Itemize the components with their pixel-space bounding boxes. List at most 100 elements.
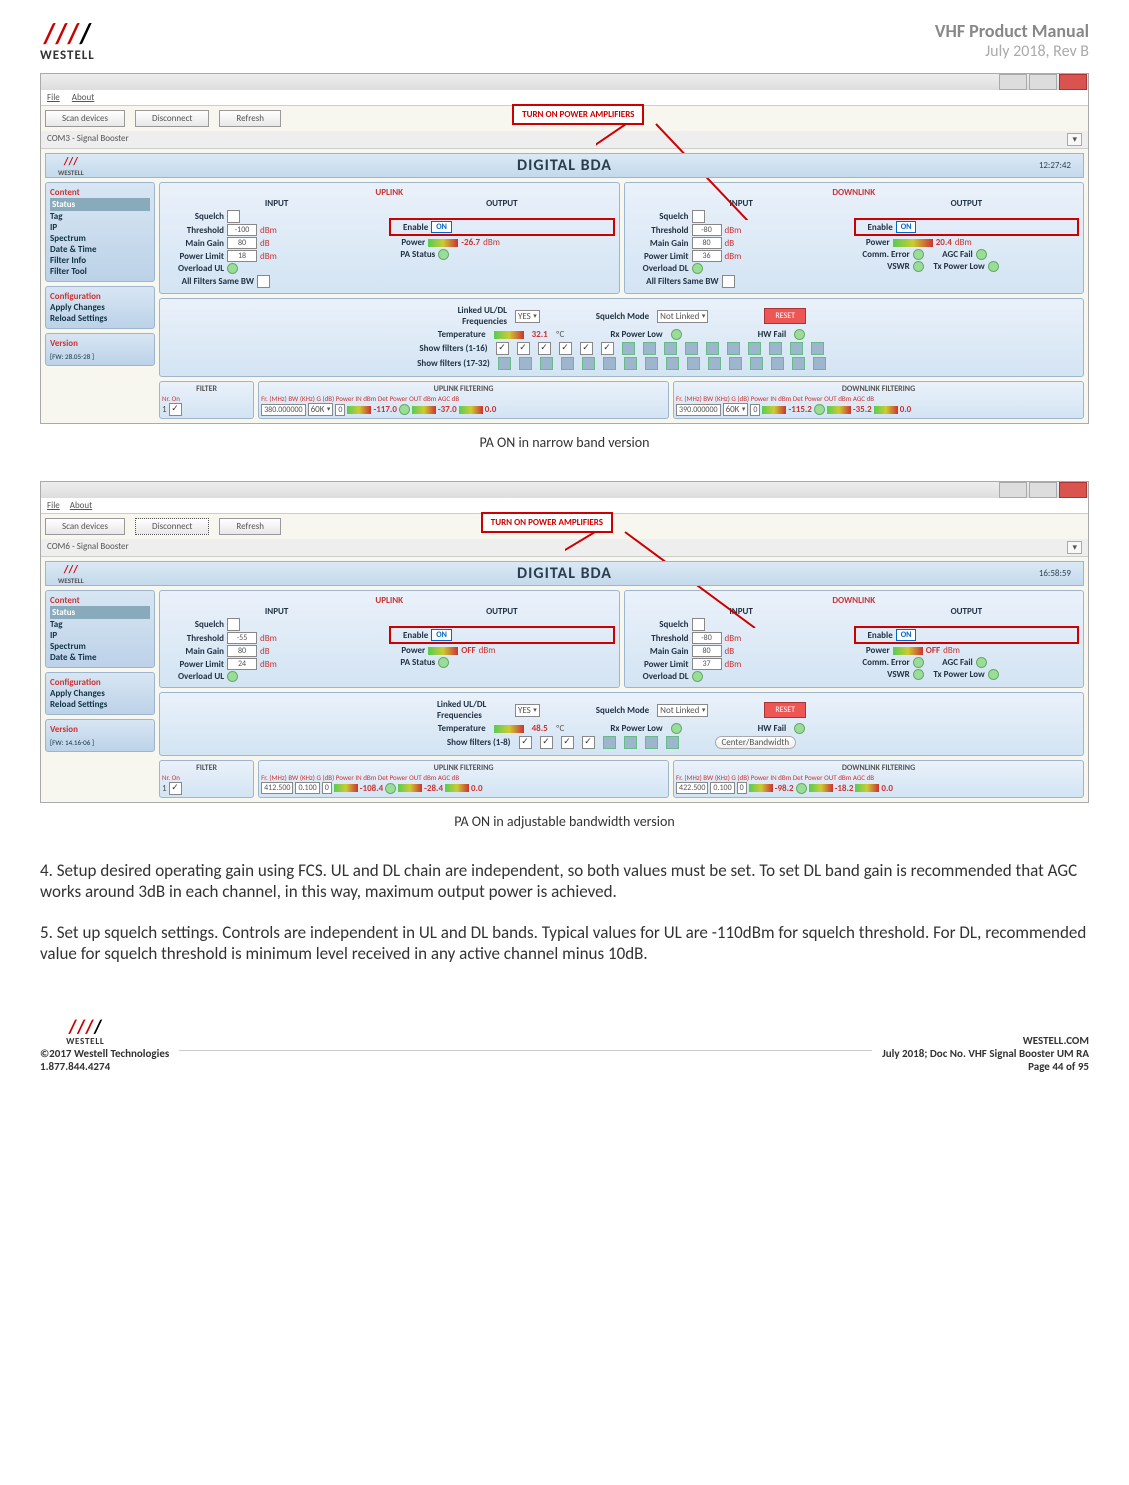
ul-squelch-lbl: Squelch <box>164 211 224 222</box>
clock: 12:27:42 <box>1039 160 1071 171</box>
refresh-button[interactable]: Refresh <box>219 518 281 535</box>
disconnect-button[interactable]: Disconnect <box>135 110 209 127</box>
step-5: 5. Set up squelch settings. Controls are… <box>40 922 1089 964</box>
sidebar-item-status[interactable]: Status <box>50 606 150 619</box>
scan-button[interactable]: Scan devices <box>45 110 125 127</box>
uplink-panel: UPLINK INPUT Squelch Threshold-55dBm Mai… <box>159 590 620 688</box>
linked-select[interactable]: YES <box>515 310 540 323</box>
commerr-led <box>913 249 924 260</box>
sidebar-item-status[interactable]: Status <box>50 198 150 211</box>
sqmode-select[interactable]: Not Linked <box>657 310 708 323</box>
dl-bw[interactable]: 60K <box>723 403 749 416</box>
doc-title: VHF Product Manual <box>935 20 1089 42</box>
mid-panel: Linked UL/DL Frequencies YES Squelch Mod… <box>159 298 1084 377</box>
westell-logo: //// WESTELL <box>40 20 95 63</box>
dl-power-bar <box>893 239 933 247</box>
downlink-filtering-hdr: DOWNLINK FILTERING <box>676 384 1081 394</box>
uplink-title: UPLINK <box>164 187 615 198</box>
menu-file[interactable]: File <box>47 92 60 103</box>
rxlow-lbl: Rx Power Low <box>610 329 662 340</box>
scan-button[interactable]: Scan devices <box>45 518 125 535</box>
com-dropdown[interactable]: ▾ <box>1067 133 1082 146</box>
ul-allfilt-lbl: All Filters Same BW <box>164 276 254 287</box>
caption-2: PA ON in adjustable bandwidth version <box>40 813 1089 830</box>
refresh-button[interactable]: Refresh <box>219 110 281 127</box>
sidebar-item-datetime[interactable]: Date & Time <box>50 244 150 255</box>
minimize-icon[interactable] <box>999 482 1027 498</box>
filter1-on-check[interactable] <box>169 403 182 416</box>
close-icon[interactable] <box>1059 74 1087 90</box>
caption-1: PA ON in narrow band version <box>40 434 1089 451</box>
ul-gain-lbl: Main Gain <box>164 238 224 249</box>
toolbar: Scan devices Disconnect Refresh TURN ON … <box>41 106 1088 131</box>
downlink-panel: DOWNLINK INPUT Squelch Threshold-80dBm M… <box>624 182 1085 294</box>
dl-allfilt-check[interactable] <box>722 275 735 288</box>
sidebar-item-ip[interactable]: IP <box>50 222 150 233</box>
ul-thresh-lbl: Threshold <box>164 225 224 236</box>
dl-thresh-input[interactable]: -80 <box>692 224 722 236</box>
ul-overload-led <box>227 263 238 274</box>
maximize-icon[interactable] <box>1029 482 1057 498</box>
center-bandwidth-button[interactable]: Center/Bandwidth <box>715 736 797 749</box>
downlink-title: DOWNLINK <box>629 187 1080 198</box>
app-title: DIGITAL BDA <box>517 156 612 175</box>
dl-g[interactable]: 0 <box>750 404 760 416</box>
sidebar-item-filterinfo[interactable]: Filter Info <box>50 255 150 266</box>
temp-lbl: Temperature <box>438 329 486 340</box>
linked-lbl: Linked UL/DL Frequencies <box>437 305 507 327</box>
rxlow-led <box>671 329 682 340</box>
ul-plimit-input[interactable]: 18 <box>227 250 257 262</box>
sidebar-item-apply[interactable]: Apply Changes <box>50 302 150 313</box>
clock: 16:58:59 <box>1039 568 1071 579</box>
sidebar-content-hdr: Content <box>50 187 150 198</box>
reset-button[interactable]: RESET <box>764 702 806 718</box>
uplink-output-hdr: OUTPUT <box>389 198 614 209</box>
ul-enable-toggle[interactable]: ON <box>431 629 452 641</box>
dl-plimit-input[interactable]: 36 <box>692 250 722 262</box>
ul-pastatus-lbl: PA Status <box>389 249 435 260</box>
filter-hdr: FILTER <box>162 384 251 394</box>
minimize-icon[interactable] <box>999 74 1027 90</box>
ul-freq[interactable]: 380.000000 <box>261 404 306 416</box>
ul-allfilt-check[interactable] <box>257 275 270 288</box>
dl-enable-toggle[interactable]: ON <box>896 221 917 233</box>
temp-bar <box>494 331 524 339</box>
uplink-panel: UPLINK INPUT Squelch Threshold-100dBm Ma… <box>159 182 620 294</box>
callout-turn-on-pa: TURN ON POWER AMPLIFIERS <box>512 104 644 125</box>
sidebar-item-reload[interactable]: Reload Settings <box>50 313 150 324</box>
dl-power-val: 20.4 <box>936 237 952 248</box>
sidebar-version-hdr: Version <box>50 338 150 349</box>
f1[interactable] <box>496 342 509 355</box>
maximize-icon[interactable] <box>1029 74 1057 90</box>
sidebar-item-spectrum[interactable]: Spectrum <box>50 233 150 244</box>
ul-g[interactable]: 0 <box>335 404 345 416</box>
sidebar-item-tag[interactable]: Tag <box>50 211 150 222</box>
ul-gain-input[interactable]: 80 <box>227 237 257 249</box>
temp-val: 32.1 <box>532 329 548 340</box>
reset-button[interactable]: RESET <box>764 308 806 324</box>
callout-turn-on-pa: TURN ON POWER AMPLIFIERS <box>481 512 613 533</box>
uplink-input-hdr: INPUT <box>164 198 389 209</box>
ul-power-lbl: Power <box>389 237 425 248</box>
ul-power-val: -26.7 <box>461 237 480 248</box>
ul-squelch-check[interactable] <box>227 210 240 223</box>
ul-enable-toggle[interactable]: ON <box>431 221 452 233</box>
dl-freq[interactable]: 390.000000 <box>676 404 721 416</box>
dl-squelch-check[interactable] <box>692 210 705 223</box>
com-port: COM6 - Signal Booster <box>47 541 129 554</box>
showfilt1-lbl: Show filters (1-16) <box>419 343 487 354</box>
showfilt2-lbl: Show filters (17-32) <box>417 358 490 369</box>
hwfail-led <box>794 329 805 340</box>
sidebar-item-filtertool[interactable]: Filter Tool <box>50 266 150 277</box>
ul-bw[interactable]: 60K <box>308 403 334 416</box>
ul-enable-lbl: Enable <box>392 222 428 233</box>
screenshot-narrowband: File About Scan devices Disconnect Refre… <box>40 73 1089 424</box>
disconnect-button[interactable]: Disconnect <box>135 518 209 535</box>
dl-enable-toggle[interactable]: ON <box>896 629 917 641</box>
uplink-filtering-hdr: UPLINK FILTERING <box>261 384 666 394</box>
ul-thresh-input[interactable]: -100 <box>227 224 257 236</box>
menu-about[interactable]: About <box>72 92 94 103</box>
dl-gain-input[interactable]: 80 <box>692 237 722 249</box>
close-icon[interactable] <box>1059 482 1087 498</box>
com-dropdown[interactable]: ▾ <box>1067 541 1082 554</box>
